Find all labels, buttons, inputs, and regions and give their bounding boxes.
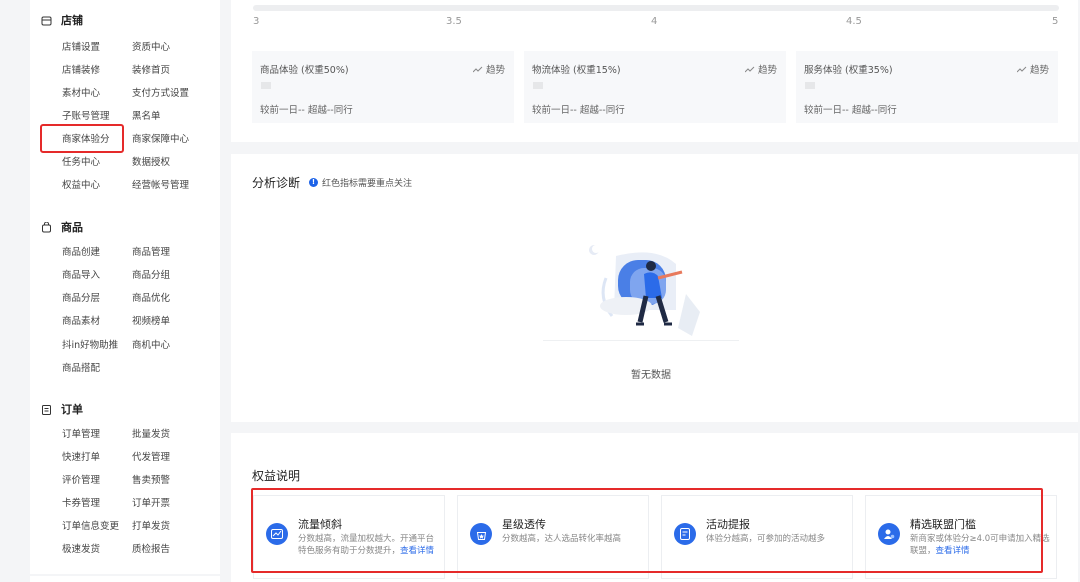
store-icon: [40, 14, 52, 26]
empty-state-illustration: [589, 245, 700, 336]
nav-item[interactable]: 数据授权: [132, 154, 170, 168]
score-tick: 4: [651, 16, 658, 27]
nav-item[interactable]: 商品优化: [132, 290, 170, 304]
nav-item[interactable]: 商品分组: [132, 267, 170, 281]
metric-card-logistics: 物流体验 (权重15%) 趋势 较前一日-- 超越--同行: [524, 51, 786, 123]
sidebar-section-orders[interactable]: 订单: [40, 401, 83, 417]
analysis-card: 分析诊断 ! 红色指标需要重点关注 暂无数据: [231, 154, 1078, 422]
sidebar-section-title: 订单: [61, 403, 83, 416]
trend-label: 趋势: [485, 65, 505, 76]
empty-state-divider: [543, 340, 739, 341]
nav-item[interactable]: 黑名单: [132, 108, 161, 122]
nav-item[interactable]: 商品管理: [132, 244, 170, 258]
nav-item[interactable]: 抖in好物助推: [62, 337, 118, 351]
sidebar-section-title: 商品: [61, 221, 83, 234]
nav-item[interactable]: 代发管理: [132, 449, 170, 463]
nav-item[interactable]: 商品搭配: [62, 360, 100, 374]
highlight-annotation: [251, 488, 1043, 573]
metric-card-service: 服务体验 (权重35%) 趋势 较前一日-- 超越--同行: [796, 51, 1058, 123]
nav-item[interactable]: 支付方式设置: [132, 85, 189, 99]
benefits-card: 权益说明 流量倾斜 分数越高，流量加权越大。开通平台特色服务有助于分数提升，查看…: [231, 433, 1078, 582]
analysis-title: 分析诊断: [252, 176, 301, 190]
metric-title: 物流体验 (权重15%): [532, 65, 621, 76]
info-icon: !: [309, 178, 318, 187]
metric-compare: 较前一日-- 超越--同行: [804, 105, 897, 116]
metric-value-placeholder: [533, 82, 543, 89]
benefits-title: 权益说明: [252, 469, 301, 483]
trend-chart-icon: [1016, 66, 1027, 72]
metric-title: 服务体验 (权重35%): [804, 65, 893, 76]
score-tick: 4.5: [846, 16, 862, 27]
nav-item[interactable]: 商品素材: [62, 313, 100, 327]
trend-button[interactable]: 趋势: [1016, 62, 1049, 76]
nav-item[interactable]: 装修首页: [132, 62, 170, 76]
nav-item[interactable]: 快速打单: [62, 449, 100, 463]
nav-item[interactable]: 子账号管理: [62, 108, 110, 122]
nav-item[interactable]: 批量发货: [132, 426, 170, 440]
nav-item[interactable]: 订单管理: [62, 426, 100, 440]
metric-compare: 较前一日-- 超越--同行: [532, 105, 625, 116]
nav-item[interactable]: 店铺设置: [62, 39, 100, 53]
trend-label: 趋势: [1029, 65, 1049, 76]
nav-item[interactable]: 经营帐号管理: [132, 177, 189, 191]
nav-item[interactable]: 打单发货: [132, 518, 170, 532]
trend-button[interactable]: 趋势: [744, 62, 777, 76]
nav-item[interactable]: 极速发货: [62, 541, 100, 555]
score-tick: 5: [1052, 16, 1059, 27]
metric-compare: 较前一日-- 超越--同行: [260, 105, 353, 116]
sidebar-section-title: 店铺: [61, 14, 83, 27]
nav-item[interactable]: 商品创建: [62, 244, 100, 258]
empty-state-text: 暂无数据: [631, 370, 671, 381]
product-bag-icon: [40, 221, 52, 233]
nav-item[interactable]: 卡券管理: [62, 495, 100, 509]
sidebar-section-product[interactable]: 商品: [40, 219, 83, 235]
nav-item[interactable]: 商品导入: [62, 267, 100, 281]
trend-button[interactable]: 趋势: [472, 62, 505, 76]
nav-item[interactable]: 质检报告: [132, 541, 170, 555]
nav-item[interactable]: 订单信息变更: [62, 518, 119, 532]
nav-item[interactable]: 素材中心: [62, 85, 100, 99]
metric-card-product: 商品体验 (权重50%) 趋势 较前一日-- 超越--同行: [252, 51, 514, 123]
sidebar: 店铺 店铺设置 资质中心 店铺装修 装修首页 素材中心 支付方式设置 子账号管理…: [30, 0, 220, 574]
metric-value-placeholder: [805, 82, 815, 89]
nav-item[interactable]: 售卖预警: [132, 472, 170, 486]
nav-item[interactable]: 资质中心: [132, 39, 170, 53]
score-tick: 3: [253, 16, 260, 27]
trend-chart-icon: [472, 66, 483, 72]
trend-chart-icon: [744, 66, 755, 72]
nav-item[interactable]: 评价管理: [62, 472, 100, 486]
score-scale-track: [253, 5, 1059, 11]
analysis-tip: ! 红色指标需要重点关注: [309, 176, 412, 189]
sidebar-footer: [30, 576, 220, 582]
score-tick: 3.5: [446, 16, 462, 27]
analysis-tip-text: 红色指标需要重点关注: [322, 179, 413, 189]
nav-item[interactable]: 商品分层: [62, 290, 100, 304]
nav-item[interactable]: 视频榜单: [132, 313, 170, 327]
nav-item[interactable]: 订单开票: [132, 495, 170, 509]
order-clipboard-icon: [40, 403, 52, 415]
nav-item[interactable]: 权益中心: [62, 177, 100, 191]
trend-label: 趋势: [757, 65, 777, 76]
sidebar-section-store[interactable]: 店铺: [40, 12, 83, 28]
nav-item[interactable]: 商机中心: [132, 337, 170, 351]
nav-item[interactable]: 任务中心: [62, 154, 100, 168]
metric-title: 商品体验 (权重50%): [260, 65, 349, 76]
metric-value-placeholder: [261, 82, 271, 89]
score-overview-card: 3 3.5 4 4.5 5 商品体验 (权重50%) 趋势 较前一日-- 超越-…: [231, 0, 1078, 142]
highlight-annotation: [40, 124, 124, 153]
nav-item[interactable]: 店铺装修: [62, 62, 100, 76]
nav-item[interactable]: 商家保障中心: [132, 131, 189, 145]
